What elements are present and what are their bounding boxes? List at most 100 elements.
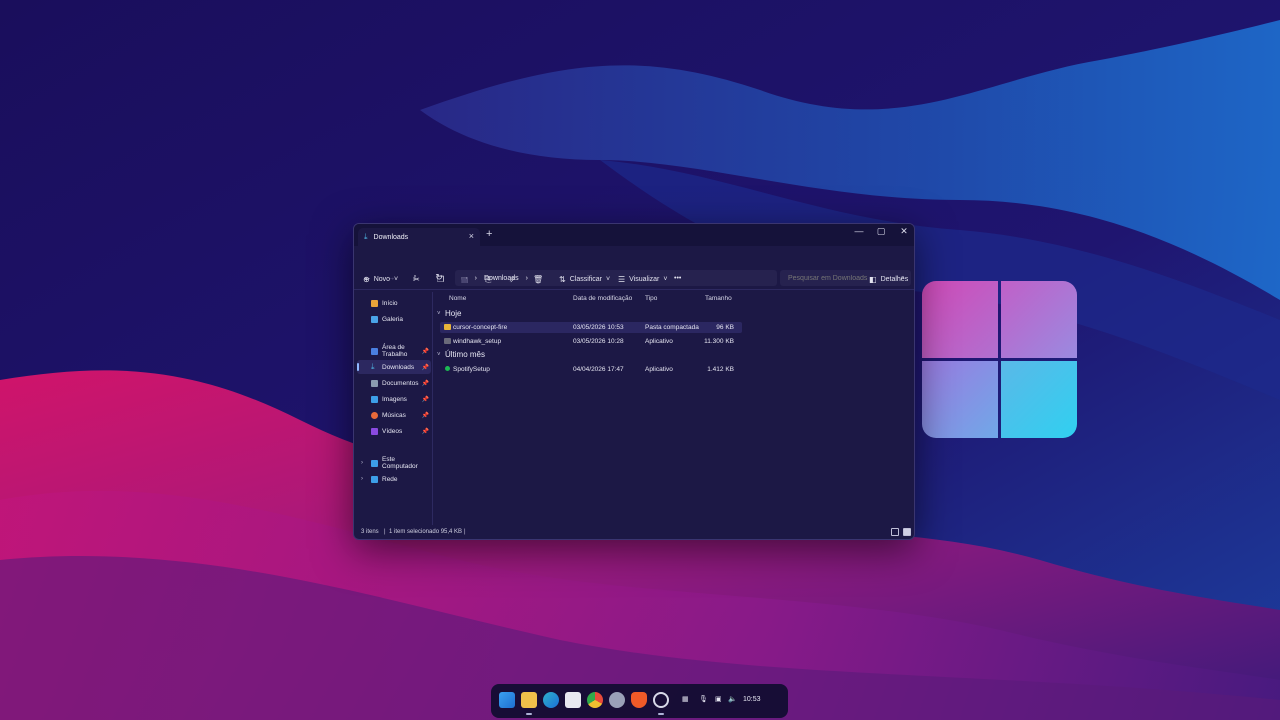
- view-label: Visualizar: [629, 276, 660, 283]
- file-type: Aplicativo: [645, 366, 673, 373]
- address-bar: ← → ↑ ↻ ▭ › Downloads › ⌕: [354, 246, 914, 286]
- widgets-icon[interactable]: ▦: [682, 695, 689, 703]
- network-icon: [371, 475, 378, 483]
- rename-icon: ⎘: [485, 275, 492, 284]
- close-tab-button[interactable]: ×: [469, 231, 474, 241]
- start-icon[interactable]: [499, 692, 515, 708]
- close-window-button[interactable]: ✕: [893, 226, 914, 237]
- sidebar-item-images[interactable]: Imagens 📌: [357, 392, 431, 406]
- table-row[interactable]: windhawk_setup 03/05/2026 10:28 Aplicati…: [440, 336, 742, 347]
- tab-downloads[interactable]: ⤓ Downloads ×: [358, 228, 480, 246]
- delete-button[interactable]: 🗑: [533, 275, 543, 284]
- tiles-view-icon[interactable]: [903, 528, 911, 536]
- sidebar-item-label: Galeria: [382, 315, 403, 323]
- brave-icon[interactable]: [631, 692, 647, 708]
- windows-logo-graphic: [922, 281, 1077, 439]
- clock-app-icon[interactable]: [653, 692, 669, 708]
- sidebar-item-documents[interactable]: Documentos 📌: [357, 376, 431, 390]
- view-list-icon: ☰: [618, 275, 626, 284]
- copy-button[interactable]: ❐: [437, 275, 444, 284]
- taskbar-clock[interactable]: 10:53: [743, 696, 761, 703]
- minimize-button[interactable]: —: [848, 226, 870, 236]
- table-row[interactable]: SpotifySetup 04/04/2026 17:47 Aplicativo…: [440, 364, 742, 375]
- copy-icon: ❐: [437, 275, 445, 284]
- group-header-today[interactable]: ˅ Hoje: [437, 309, 462, 318]
- share-button[interactable]: ⇗: [509, 275, 516, 284]
- sidebar-item-music[interactable]: Músicas 📌: [357, 408, 431, 422]
- file-explorer-window: ⤓ Downloads × + — ▢ ✕ ← → ↑ ↻ ▭ › Downlo…: [353, 223, 915, 540]
- trash-icon: 🗑: [533, 275, 544, 284]
- file-date: 03/05/2026 10:53: [573, 324, 624, 331]
- share-icon: ⇗: [509, 275, 516, 284]
- table-row[interactable]: cursor-concept-fire 03/05/2026 10:53 Pas…: [440, 322, 742, 333]
- chevron-down-icon: ˅: [394, 276, 399, 283]
- store-icon[interactable]: [565, 692, 581, 708]
- maximize-button[interactable]: ▢: [870, 226, 892, 237]
- paste-button[interactable]: ▤: [461, 275, 469, 284]
- pin-icon[interactable]: 📌: [422, 380, 429, 387]
- details-button[interactable]: ◧ Detalhes: [869, 275, 908, 284]
- file-type: Pasta compactada: [645, 324, 699, 331]
- group-label: Hoje: [445, 309, 462, 318]
- details-pane-icon: ◧: [869, 275, 877, 284]
- group-header-last-month[interactable]: ˅ Último mês: [437, 350, 485, 359]
- pin-icon[interactable]: 📌: [422, 348, 429, 355]
- pin-icon[interactable]: 📌: [422, 364, 429, 371]
- column-header-name[interactable]: Nome: [449, 295, 466, 302]
- chevron-down-icon: ˅: [606, 276, 611, 283]
- network-status-icon[interactable]: ▣: [715, 695, 722, 703]
- cut-button[interactable]: ✂: [413, 275, 420, 284]
- view-button[interactable]: ☰ Visualizar ˅: [618, 275, 667, 284]
- selection-info: 1 item selecionado 95,4 KB: [389, 529, 463, 535]
- column-header-type[interactable]: Tipo: [645, 295, 657, 302]
- rename-button[interactable]: ⎘: [485, 275, 491, 285]
- pin-icon[interactable]: 📌: [422, 428, 429, 435]
- file-date: 04/04/2026 17:47: [573, 366, 624, 373]
- sidebar-item-label: Imagens: [382, 395, 407, 403]
- edge-icon[interactable]: [543, 692, 559, 708]
- sidebar-item-videos[interactable]: Vídeos 📌: [357, 424, 431, 438]
- zip-folder-icon: [444, 324, 451, 330]
- file-type: Aplicativo: [645, 338, 673, 345]
- sort-button[interactable]: ⇅ Classificar ˅: [559, 275, 610, 284]
- chevron-down-icon: ˅: [437, 351, 441, 358]
- command-bar: ⊕ Novo ˅ ✂ ❐ ▤ ⎘ ⇗ 🗑 ⇅ Classificar ˅ ☰ V…: [354, 270, 914, 290]
- sidebar-item-label: Início: [382, 299, 398, 307]
- details-label: Detalhes: [880, 276, 909, 283]
- file-explorer-icon[interactable]: [521, 692, 537, 708]
- column-header-size[interactable]: Tamanho: [705, 295, 732, 302]
- spotify-icon: [445, 366, 450, 371]
- more-icon: •••: [674, 275, 682, 282]
- microphone-icon[interactable]: 🎙: [699, 695, 708, 703]
- sidebar-item-label: Rede: [382, 475, 398, 483]
- sidebar-item-this-pc[interactable]: › Este Computador: [357, 456, 431, 470]
- chevron-down-icon: ˅: [437, 310, 441, 317]
- settings-icon[interactable]: [609, 692, 625, 708]
- volume-icon[interactable]: 🔈: [728, 695, 737, 703]
- chrome-icon[interactable]: [587, 692, 603, 708]
- details-view-icon[interactable]: [891, 528, 899, 536]
- sidebar-item-network[interactable]: › Rede: [357, 472, 431, 486]
- new-label: Novo: [373, 276, 391, 283]
- desktop-icon: [371, 347, 378, 355]
- download-icon: ⤓: [364, 232, 368, 241]
- sidebar-item-gallery[interactable]: Galeria: [357, 312, 431, 326]
- sidebar-item-downloads[interactable]: ⤓ Downloads 📌: [357, 360, 431, 374]
- gallery-icon: [371, 315, 378, 323]
- pin-icon[interactable]: 📌: [422, 396, 429, 403]
- sidebar-item-desktop[interactable]: Área de Trabalho 📌: [357, 344, 431, 358]
- sidebar-item-home[interactable]: Início: [357, 296, 431, 310]
- chevron-right-icon[interactable]: ›: [361, 476, 363, 482]
- status-divider: |: [464, 529, 466, 535]
- download-icon: ⤓: [371, 362, 375, 371]
- column-header-date[interactable]: Data de modificação: [573, 295, 632, 302]
- more-options-button[interactable]: •••: [674, 275, 681, 282]
- new-tab-button[interactable]: +: [486, 228, 492, 240]
- navigation-pane: Início Galeria Área de Trabalho 📌 ⤓ Down…: [354, 292, 433, 525]
- sidebar-item-label: Músicas: [382, 411, 406, 419]
- chevron-right-icon[interactable]: ›: [361, 460, 363, 466]
- sidebar-item-label: Este Computador: [382, 456, 418, 470]
- computer-icon: [371, 459, 378, 467]
- new-button[interactable]: ⊕ Novo ˅: [363, 275, 398, 284]
- pin-icon[interactable]: 📌: [422, 412, 429, 419]
